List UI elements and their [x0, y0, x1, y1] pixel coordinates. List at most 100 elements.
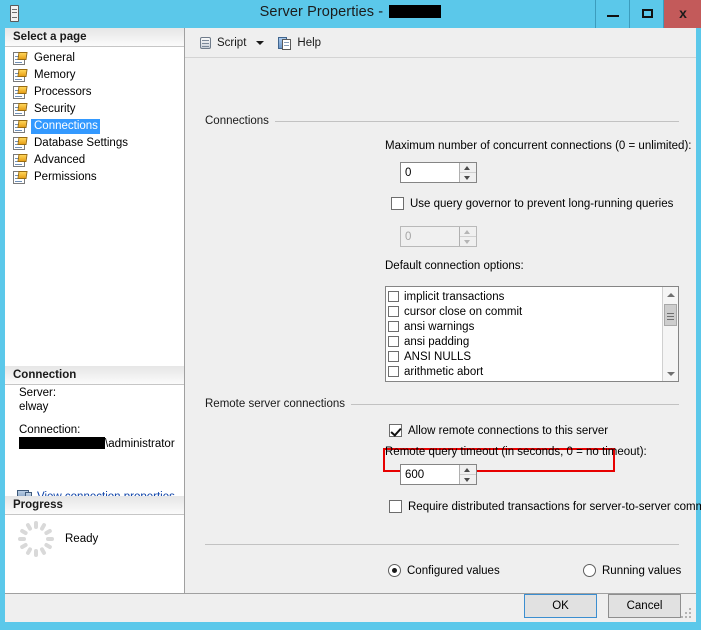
remote-group-title: Remote server connections	[205, 398, 345, 410]
scroll-down-button[interactable]	[663, 366, 678, 381]
close-icon: x	[679, 5, 687, 21]
list-item[interactable]: cursor close on commit	[388, 304, 662, 319]
maximize-button[interactable]	[629, 0, 663, 28]
option-label: arithmetic abort	[404, 365, 484, 378]
sidebar-item-database-settings[interactable]: Database Settings	[5, 135, 184, 152]
minimize-button[interactable]	[595, 0, 629, 28]
option-label: ANSI NULLS	[404, 350, 472, 363]
allow-remote-connections-label: Allow remote connections to this server	[408, 424, 609, 437]
remote-query-timeout-value[interactable]: 600	[401, 465, 459, 484]
query-governor-checkbox-row[interactable]: Use query governor to prevent long-runni…	[391, 197, 673, 210]
sidebar-item-connections[interactable]: Connections	[5, 118, 184, 135]
require-dtc-row[interactable]: Require distributed transactions for ser…	[389, 500, 701, 513]
group-divider	[205, 544, 679, 545]
page-list: General Memory Processors Security Conne…	[5, 50, 184, 186]
spin-down-button[interactable]	[460, 173, 476, 182]
list-item[interactable]: implicit transactions	[388, 289, 662, 304]
max-connections-value[interactable]: 0	[401, 163, 459, 182]
connections-page-content: Connections Maximum number of concurrent…	[185, 58, 701, 593]
option-checkbox[interactable]	[388, 351, 399, 362]
group-divider	[274, 120, 679, 122]
progress-status: Ready	[65, 533, 99, 545]
remote-query-timeout-label: Remote query timeout (in seconds, 0 = no…	[385, 446, 647, 458]
sidebar-item-permissions[interactable]: Permissions	[5, 169, 184, 186]
allow-remote-connections-row[interactable]: Allow remote connections to this server	[389, 424, 608, 437]
option-checkbox[interactable]	[388, 291, 399, 302]
page-icon	[13, 137, 28, 150]
window-title-text: Server Properties -	[259, 4, 388, 20]
resize-grip-icon[interactable]	[681, 608, 693, 620]
option-label: implicit transactions	[404, 290, 505, 303]
caret-down-icon	[464, 240, 471, 244]
page-icon	[13, 154, 28, 167]
list-item[interactable]: arithmetic abort	[388, 364, 662, 379]
sidebar-item-advanced[interactable]: Advanced	[5, 152, 184, 169]
listbox-scrollbar[interactable]	[662, 287, 678, 381]
caret-up-icon	[464, 468, 471, 472]
sidebar-item-label: Memory	[34, 69, 76, 81]
page-icon	[13, 69, 28, 82]
connection-value: \administrator	[19, 437, 184, 451]
default-connection-options-listbox[interactable]: implicit transactions cursor close on co…	[385, 286, 679, 382]
option-label: ansi padding	[404, 335, 470, 348]
script-label: Script	[217, 36, 247, 49]
values-divider-row	[205, 544, 679, 545]
default-connection-options-label: Default connection options:	[385, 260, 524, 272]
progress-row: Ready	[17, 520, 177, 558]
close-button[interactable]: x	[663, 0, 701, 28]
max-connections-stepper[interactable]: 0	[400, 162, 477, 183]
spin-up-button[interactable]	[460, 465, 476, 475]
remote-timeout-spin-buttons[interactable]	[459, 465, 476, 484]
help-button[interactable]: Help	[273, 32, 326, 54]
option-checkbox[interactable]	[388, 306, 399, 317]
page-icon	[13, 103, 28, 116]
option-checkbox[interactable]	[388, 366, 399, 377]
sidebar-item-memory[interactable]: Memory	[5, 67, 184, 84]
caret-up-icon	[464, 166, 471, 170]
spin-down-button[interactable]	[460, 475, 476, 484]
help-icon	[278, 36, 293, 50]
server-value: elway	[19, 401, 49, 413]
max-connections-spin-buttons[interactable]	[459, 163, 476, 182]
running-values-label: Running values	[602, 564, 682, 577]
allow-remote-connections-checkbox[interactable]	[389, 424, 402, 437]
list-item[interactable]: ansi padding	[388, 334, 662, 349]
script-dropdown-arrow-icon[interactable]	[256, 40, 265, 45]
sidebar-item-label: Security	[34, 103, 76, 115]
query-governor-spin-buttons	[459, 227, 476, 246]
connection-value-redaction	[19, 437, 105, 449]
sidebar-item-label: Connections	[31, 119, 100, 134]
help-label: Help	[297, 36, 322, 49]
script-button[interactable]: Script	[193, 32, 251, 54]
window-controls: x	[595, 0, 701, 28]
sidebar-item-label: Advanced	[34, 154, 86, 166]
option-checkbox[interactable]	[388, 336, 399, 347]
configured-values-row[interactable]: Configured values	[388, 564, 500, 577]
running-values-radio[interactable]	[583, 564, 596, 577]
scrollbar-thumb[interactable]	[664, 304, 677, 326]
select-a-page-header: Select a page	[5, 28, 184, 47]
cancel-button[interactable]: Cancel	[608, 594, 681, 618]
progress-header: Progress	[5, 496, 184, 515]
sidebar-item-label: General	[34, 52, 75, 64]
list-item[interactable]: ANSI NULLS	[388, 349, 662, 364]
chevron-down-icon	[667, 372, 675, 376]
spin-up-button[interactable]	[460, 163, 476, 173]
list-item[interactable]: ansi warnings	[388, 319, 662, 334]
sidebar-item-processors[interactable]: Processors	[5, 84, 184, 101]
require-dtc-checkbox[interactable]	[389, 500, 402, 513]
sidebar-item-security[interactable]: Security	[5, 101, 184, 118]
remote-query-timeout-stepper[interactable]: 600	[400, 464, 477, 485]
connection-info: Server: elway Connection: \administrator	[5, 386, 184, 451]
minimize-icon	[607, 15, 619, 17]
option-checkbox[interactable]	[388, 321, 399, 332]
query-governor-checkbox[interactable]	[391, 197, 404, 210]
running-values-row[interactable]: Running values	[583, 564, 681, 577]
configured-values-radio[interactable]	[388, 564, 401, 577]
sidebar-item-label: Processors	[34, 86, 92, 98]
ok-button[interactable]: OK	[524, 594, 597, 618]
sidebar-item-general[interactable]: General	[5, 50, 184, 67]
caret-down-icon	[464, 176, 471, 180]
connection-label: Connection:	[19, 424, 81, 436]
scroll-up-button[interactable]	[663, 287, 678, 302]
